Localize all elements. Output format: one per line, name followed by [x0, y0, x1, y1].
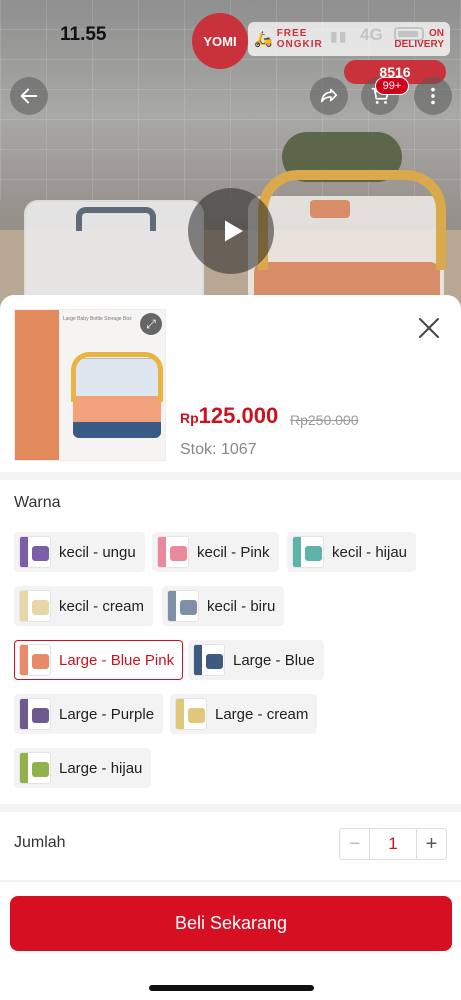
free-shipping-banner: 🛵 FREE ONGKIR ON DELIVERY — [248, 22, 450, 56]
section-divider — [0, 472, 461, 480]
promo-line1: FREE — [276, 28, 308, 39]
original-price: Rp250.000 — [290, 412, 359, 428]
expand-image-icon[interactable]: ⤢ — [140, 313, 162, 335]
variant-label: kecil - hijau — [332, 543, 408, 561]
more-options-button[interactable] — [414, 77, 452, 115]
home-indicator — [149, 985, 314, 991]
variant-label: kecil - cream — [59, 597, 145, 615]
variant-chip[interactable]: kecil - biru — [162, 586, 285, 626]
stock-value: 1067 — [221, 441, 257, 458]
variant-label: kecil - ungu — [59, 543, 136, 561]
thumbnail-accessory-strip — [15, 310, 59, 460]
variant-thumbnail — [19, 752, 51, 784]
section-divider — [0, 804, 461, 812]
variant-section-label: Warna — [14, 494, 61, 511]
variant-chip[interactable]: Large - cream — [170, 694, 318, 734]
thumbnail-box-handle — [71, 352, 163, 402]
variant-label: Large - Purple — [59, 705, 155, 723]
storage-box-left-handle — [76, 207, 156, 231]
variant-thumbnail — [167, 590, 199, 622]
variant-thumbnail — [157, 536, 189, 568]
play-video-button[interactable] — [188, 188, 274, 274]
brand-logo: YOMI — [192, 13, 248, 69]
quantity-input[interactable]: 1 — [370, 829, 416, 859]
back-button[interactable] — [10, 77, 48, 115]
play-icon — [225, 220, 243, 242]
price-currency: Rp — [180, 410, 199, 426]
close-icon — [419, 318, 439, 338]
current-price: Rp125.000 — [180, 403, 278, 429]
variant-chip[interactable]: Large - Blue — [188, 640, 324, 680]
status-time: 11.55 — [60, 24, 107, 45]
variant-chip[interactable]: kecil - ungu — [14, 532, 145, 572]
variant-chip[interactable]: kecil - hijau — [287, 532, 417, 572]
thumbnail-box-base — [73, 422, 161, 438]
variant-label: Large - Blue — [233, 651, 315, 669]
variant-label: Large - cream — [215, 705, 309, 723]
thumbnail-title: Large Baby Bottle Storage Box — [63, 316, 132, 322]
promo-right-text: ON DELIVERY — [394, 28, 444, 50]
variant-chip-selected[interactable]: Large - Blue Pink — [14, 640, 184, 680]
quantity-stepper: − 1 + — [339, 828, 447, 860]
variant-chip[interactable]: kecil - cream — [14, 586, 154, 626]
storage-box-right-handle — [258, 170, 446, 270]
arrow-left-icon — [20, 88, 38, 104]
variant-thumbnail — [19, 590, 51, 622]
variant-chip[interactable]: Large - Purple — [14, 694, 164, 734]
promo-line2: ONGKIR — [276, 39, 323, 50]
increase-quantity-button[interactable]: + — [416, 829, 446, 859]
quantity-label: Jumlah — [14, 834, 66, 851]
variant-bottom-sheet: Large Baby Bottle Storage Box ⤢ Rp125.00… — [0, 295, 461, 1000]
promo-left-text: FREE ONGKIR — [277, 28, 323, 50]
variant-chip[interactable]: kecil - Pink — [152, 532, 279, 572]
variant-thumbnail — [292, 536, 324, 568]
buy-now-button[interactable]: Beli Sekarang — [10, 896, 452, 951]
promo-line4: DELIVERY — [394, 39, 444, 50]
variant-label: kecil - Pink — [197, 543, 270, 561]
variant-label: Large - hijau — [59, 759, 143, 777]
variant-label: Large - Blue Pink — [59, 651, 175, 669]
price-value: 125.000 — [198, 403, 279, 428]
cart-count-badge: 99+ — [375, 77, 409, 95]
variant-thumbnail — [193, 644, 225, 676]
variant-label: kecil - biru — [207, 597, 276, 615]
share-button[interactable] — [310, 77, 348, 115]
promo-line3: ON — [429, 28, 444, 39]
more-vertical-icon — [431, 87, 435, 105]
share-icon — [320, 88, 338, 103]
variant-chip[interactable]: Large - hijau — [14, 748, 152, 788]
close-button[interactable] — [414, 313, 444, 343]
decrease-quantity-button[interactable]: − — [340, 829, 370, 859]
variant-thumbnail — [19, 698, 51, 730]
delivery-scooter-icon: 🛵 — [254, 31, 273, 48]
storage-box-right-lid — [310, 200, 350, 218]
variant-thumbnail — [19, 644, 51, 676]
section-divider — [0, 880, 461, 882]
variant-thumbnail — [175, 698, 207, 730]
stock-label: Stok: — [180, 441, 217, 458]
variant-thumbnail — [19, 536, 51, 568]
